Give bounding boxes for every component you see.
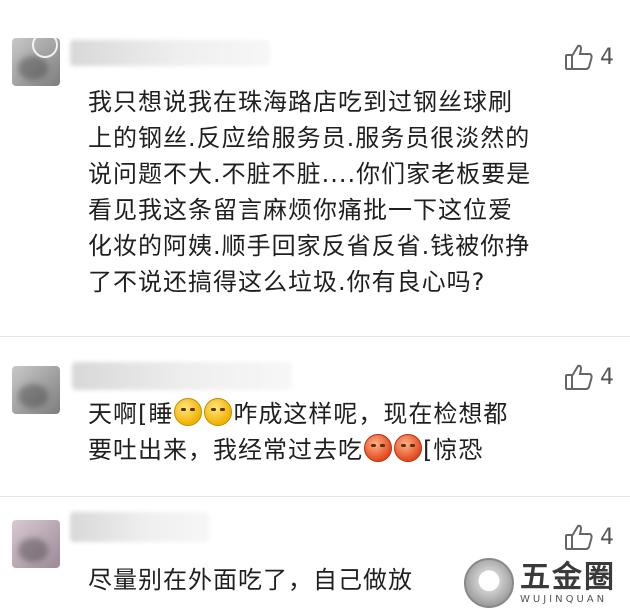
text-segment: [惊恐 bbox=[423, 436, 484, 464]
like-button[interactable]: 4 bbox=[564, 362, 614, 392]
watermark-logo-icon bbox=[32, 31, 58, 58]
username-blurred bbox=[72, 362, 292, 390]
text-segment: 要吐出来，我经常过去吃 bbox=[88, 436, 363, 464]
avatar[interactable] bbox=[12, 366, 60, 414]
angry-emoji-icon bbox=[364, 434, 392, 462]
divider bbox=[0, 496, 630, 497]
brand-logo-icon bbox=[464, 558, 514, 608]
like-count: 4 bbox=[600, 44, 614, 70]
like-button[interactable]: 4 bbox=[564, 522, 614, 552]
username-blurred bbox=[70, 40, 270, 66]
brand-watermark: 五金圈 WUJINQUAN bbox=[464, 558, 616, 608]
comment-1: 看看新闻 4 我只想说我在珠海路店吃到过钢丝球刷 上的钢丝.反应给服务员.服务员… bbox=[0, 0, 630, 330]
thumbs-up-icon bbox=[565, 364, 593, 390]
comment-line-2: 要吐出来，我经常过去吃 [惊恐 bbox=[88, 432, 606, 468]
brand-name: 五金圈 bbox=[520, 559, 616, 595]
comment-line-1: 天啊[睡 咋成这样呢，现在检想都 bbox=[88, 396, 606, 432]
thumbs-up-icon bbox=[565, 524, 593, 550]
thumbs-up-icon bbox=[565, 44, 593, 70]
username-blurred bbox=[70, 512, 210, 542]
like-count: 4 bbox=[600, 364, 614, 390]
sleepy-emoji-icon bbox=[174, 398, 203, 426]
text-segment: 咋成这样呢，现在检想都 bbox=[233, 400, 509, 428]
like-button[interactable]: 4 bbox=[564, 42, 614, 72]
brand-sub: WUJINQUAN bbox=[520, 593, 608, 605]
comment-2: 4 天啊[睡 咋成这样呢，现在检想都 要吐出来，我经常过去吃 [惊恐 bbox=[0, 340, 630, 490]
angry-emoji-icon bbox=[394, 434, 422, 462]
comment-text: 天啊[睡 咋成这样呢，现在检想都 要吐出来，我经常过去吃 [惊恐 bbox=[88, 396, 606, 468]
sleepy-emoji-icon bbox=[204, 398, 233, 426]
text-segment: 天啊[睡 bbox=[88, 400, 174, 428]
divider bbox=[0, 336, 630, 337]
like-count: 4 bbox=[600, 524, 614, 550]
comment-text: 我只想说我在珠海路店吃到过钢丝球刷 上的钢丝.反应给服务员.服务员很淡然的 说问… bbox=[88, 88, 532, 296]
avatar[interactable] bbox=[12, 520, 60, 568]
brand-text: 五金圈 WUJINQUAN bbox=[520, 559, 616, 605]
